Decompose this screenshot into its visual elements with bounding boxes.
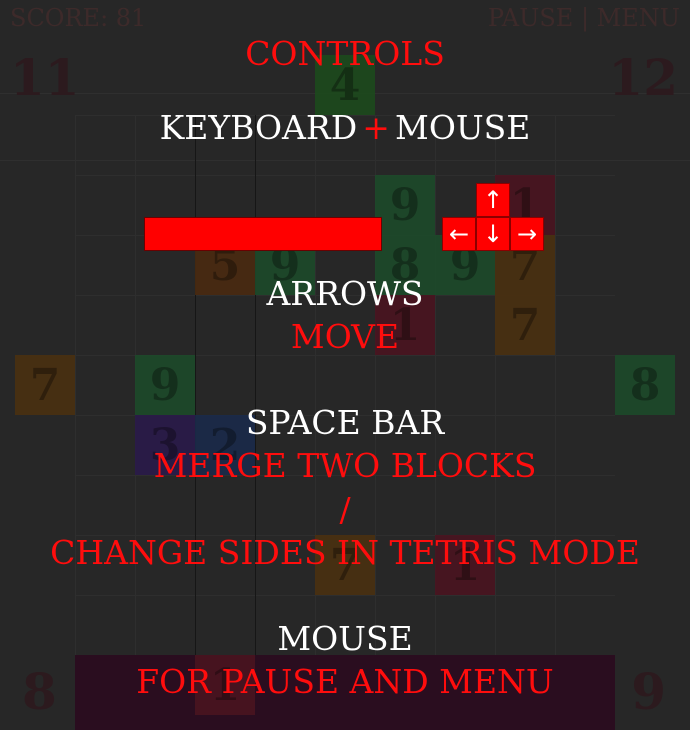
pause-menu-button[interactable]: PAUSE | MENU [488,4,680,32]
controls-title: CONTROLS [245,34,445,73]
plus-sign: + [362,108,390,147]
arrow-up-key-icon: ↑ [476,183,510,217]
input-methods: KEYBOARD + MOUSE [0,108,690,147]
space-bar-action-separator: / [339,490,351,529]
spacebar-key-icon [144,217,382,251]
space-bar-action-change-sides: CHANGE SIDES IN TETRIS MODE [50,533,640,572]
mouse-control-action: FOR PAUSE AND MENU [136,662,554,701]
arrow-left-key-icon: ← [442,217,476,251]
mouse-control-label: MOUSE [277,619,413,658]
score-display: SCORE: 81 [10,4,147,32]
arrows-label: ARROWS [266,274,424,313]
keyboard-label: KEYBOARD [159,108,358,147]
mouse-label: MOUSE [395,108,531,147]
arrow-right-key-icon: → [510,217,544,251]
block-tile: 9 [375,175,435,235]
space-bar-action-merge: MERGE TWO BLOCKS [153,446,537,485]
space-bar-label: SPACE BAR [245,403,445,442]
arrows-action: MOVE [290,317,400,356]
arrow-down-key-icon: ↓ [476,217,510,251]
